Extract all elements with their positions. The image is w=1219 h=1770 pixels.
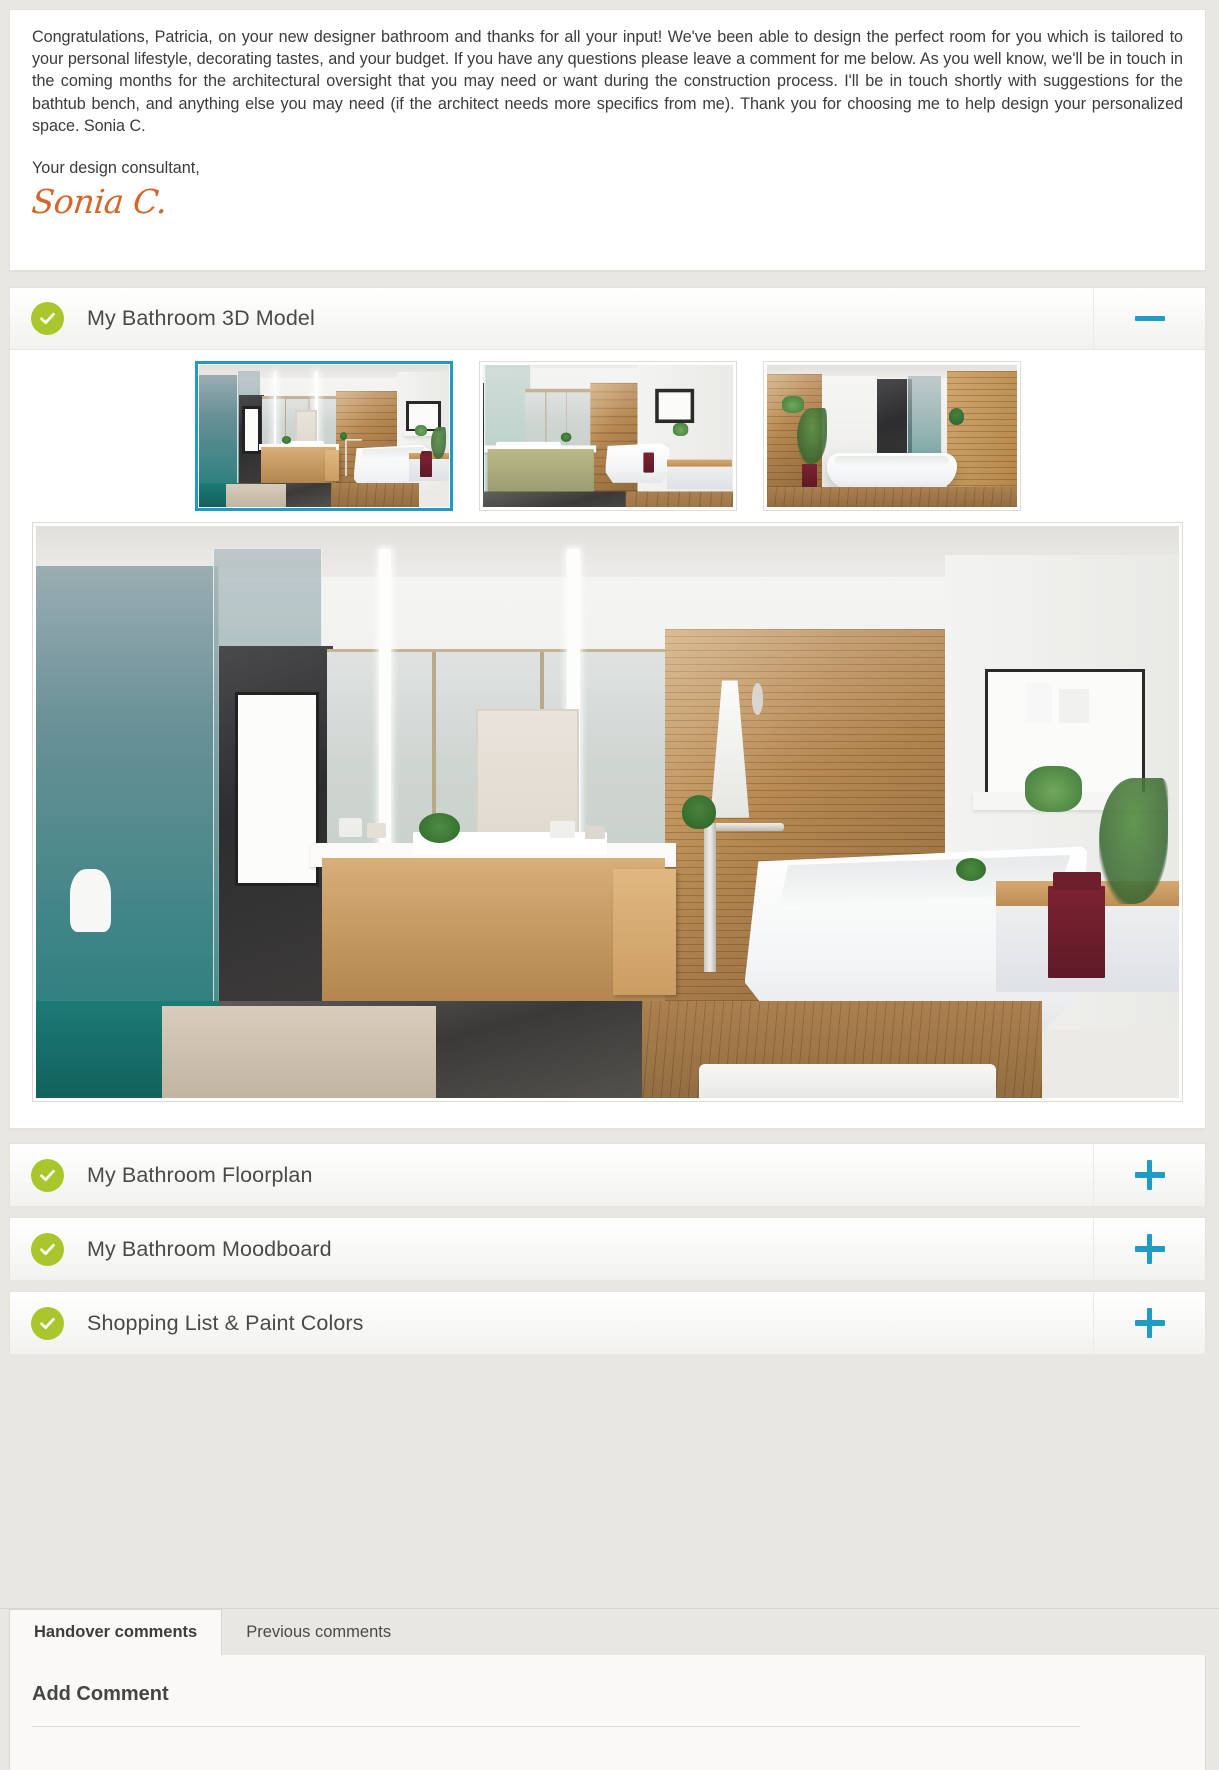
accordion-toggle-model-3d[interactable] — [1093, 288, 1205, 349]
handover-message-panel: Congratulations, Patricia, on your new d… — [9, 9, 1206, 271]
accordion-section-model-3d: My Bathroom 3D Model — [9, 287, 1206, 1129]
hero-image-frame[interactable] — [32, 522, 1183, 1102]
thumbnail-strip — [10, 350, 1205, 522]
thumbnail-item-1[interactable] — [194, 361, 453, 511]
thumbnail-item-2[interactable] — [478, 361, 737, 511]
designer-signature: Sonia C. — [29, 182, 170, 222]
check-circle-icon — [31, 302, 64, 335]
accordion-section-shopping-list: Shopping List & Paint Colors — [9, 1291, 1206, 1354]
minus-icon — [1134, 304, 1165, 334]
accordion-section-floorplan: My Bathroom Floorplan — [9, 1143, 1206, 1206]
tab-previous-comments[interactable]: Previous comments — [222, 1609, 415, 1655]
thumbnail-image-3 — [766, 365, 1017, 507]
check-circle-icon — [31, 1306, 64, 1340]
accordion-header-moodboard[interactable]: My Bathroom Moodboard — [10, 1218, 1205, 1280]
comments-tabs: Handover comments Previous comments — [9, 1609, 1206, 1655]
accordion-header-floorplan[interactable]: My Bathroom Floorplan — [10, 1144, 1205, 1206]
accordion-title-shopping-list: Shopping List & Paint Colors — [87, 1310, 364, 1335]
accordion-section-moodboard: My Bathroom Moodboard — [9, 1217, 1206, 1280]
comment-pane: Add Comment — [9, 1655, 1206, 1770]
thumbnail-image-1 — [198, 365, 449, 507]
accordion-title-floorplan: My Bathroom Floorplan — [87, 1162, 313, 1187]
comment-input-rule[interactable] — [32, 1726, 1080, 1727]
message-signoff: Your design consultant, — [32, 159, 200, 178]
accordion-title-moodboard: My Bathroom Moodboard — [87, 1236, 332, 1261]
accordion-toggle-shopping-list[interactable] — [1093, 1292, 1205, 1354]
accordion-header-shopping-list[interactable]: Shopping List & Paint Colors — [10, 1292, 1205, 1354]
accordion-header-model-3d[interactable]: My Bathroom 3D Model — [10, 288, 1205, 350]
thumbnail-image-2 — [482, 365, 733, 507]
handover-page: Congratulations, Patricia, on your new d… — [0, 0, 1219, 1770]
thumbnail-item-3[interactable] — [762, 361, 1021, 511]
plus-icon — [1134, 1160, 1165, 1190]
tab-handover-comments[interactable]: Handover comments — [9, 1609, 223, 1655]
check-circle-icon — [31, 1158, 64, 1192]
add-comment-title: Add Comment — [32, 1683, 169, 1705]
plus-icon — [1134, 1308, 1165, 1338]
accordion-title-model-3d: My Bathroom 3D Model — [87, 306, 315, 330]
accordion-toggle-moodboard[interactable] — [1093, 1218, 1205, 1280]
hero-image-model-3d — [36, 526, 1179, 1098]
check-circle-icon — [31, 1232, 64, 1266]
accordion-toggle-floorplan[interactable] — [1093, 1144, 1205, 1206]
handover-message-text: Congratulations, Patricia, on your new d… — [32, 28, 1183, 135]
plus-icon — [1134, 1234, 1165, 1264]
